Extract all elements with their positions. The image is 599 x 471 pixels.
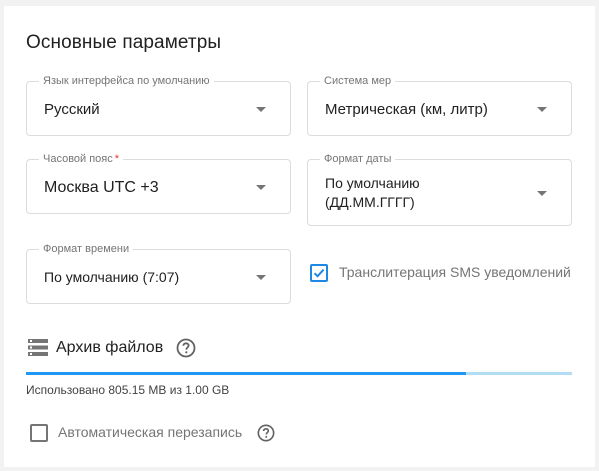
sms-translit-checkbox[interactable] (310, 264, 328, 282)
help-circle-icon[interactable] (176, 338, 196, 358)
time-format-select[interactable]: Формат времени По умолчанию (7:07) (26, 243, 291, 304)
archive-title: Архив файлов (56, 339, 164, 356)
language-select-label: Язык интерфейса по умолчанию (39, 75, 214, 88)
language-select-value: Русский (44, 101, 100, 118)
storage-icon (28, 339, 48, 356)
caret-down-icon (256, 107, 266, 112)
auto-overwrite-checkbox[interactable] (30, 424, 48, 442)
check-icon (313, 268, 325, 278)
units-select-value: Метрическая (км, литр) (325, 101, 488, 118)
help-circle-icon[interactable] (257, 424, 275, 442)
timezone-label-text: Часовой пояс (43, 153, 113, 165)
required-mark: * (114, 153, 120, 165)
storage-usage-bar (26, 372, 572, 375)
storage-usage-text: Использовано 805.15 MB из 1.00 GB (26, 383, 230, 397)
units-select-label: Система мер (320, 75, 396, 88)
caret-down-icon (537, 107, 547, 112)
timezone-select-label: Часовой пояс * (39, 153, 124, 166)
storage-usage-fill (26, 372, 466, 375)
timezone-select[interactable]: Часовой пояс * Москва UTC +3 (26, 153, 291, 214)
date-format-select-value: По умолчанию (ДД.ММ.ГГГГ) (325, 175, 420, 210)
caret-down-icon (256, 185, 266, 190)
units-select[interactable]: Система мер Метрическая (км, литр) (307, 75, 572, 136)
time-format-select-value: По умолчанию (7:07) (44, 269, 180, 285)
auto-overwrite-label[interactable]: Автоматическая перезапись (58, 424, 242, 440)
time-format-select-label: Формат времени (39, 243, 134, 256)
date-format-select[interactable]: Формат даты По умолчанию (ДД.ММ.ГГГГ) (307, 153, 572, 226)
date-format-select-label: Формат даты (320, 153, 396, 166)
settings-card: Основные параметры Язык интерфейса по ум… (4, 6, 595, 467)
timezone-select-value: Москва UTC +3 (44, 179, 159, 196)
page-title: Основные параметры (26, 32, 222, 53)
caret-down-icon (256, 275, 266, 280)
language-select[interactable]: Язык интерфейса по умолчанию Русский (26, 75, 291, 136)
caret-down-icon (537, 191, 547, 196)
sms-translit-label[interactable]: Транслитерация SMS уведомлений (339, 264, 571, 280)
